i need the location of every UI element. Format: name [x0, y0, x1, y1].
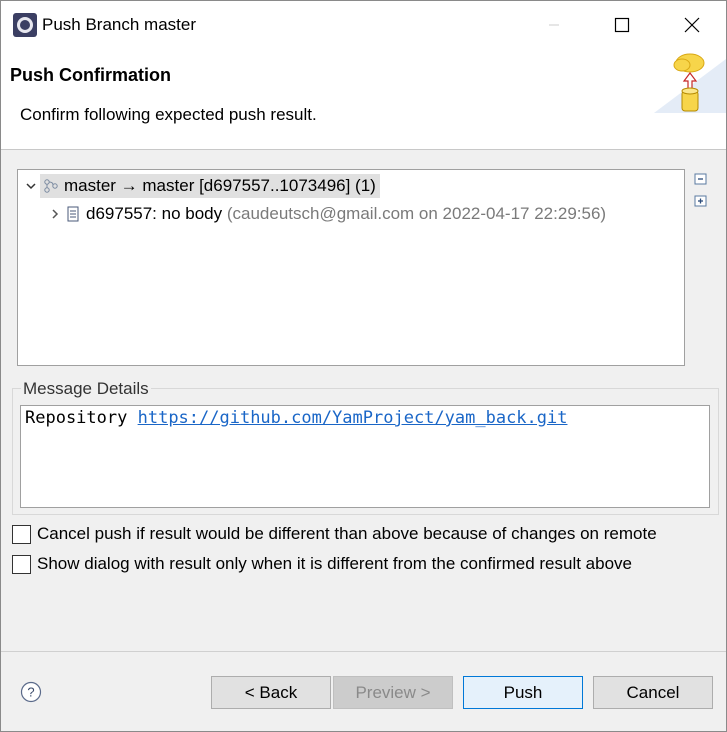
show-only-when-different-option[interactable]: Show dialog with result only when it is … [12, 554, 632, 574]
svg-text:?: ? [27, 685, 34, 700]
eclipse-icon [13, 13, 37, 37]
message-details-label: Message Details [21, 379, 151, 399]
close-button[interactable] [669, 1, 715, 49]
cancel-if-different-option[interactable]: Cancel push if result would be different… [12, 524, 657, 544]
commit-label: d697557: no body [86, 204, 223, 223]
expand-all-icon[interactable] [693, 193, 709, 209]
wizard-header: Push Confirmation Confirm following expe… [1, 49, 726, 150]
branch-icon [42, 177, 60, 195]
help-icon[interactable]: ? [20, 681, 42, 703]
collapse-all-icon[interactable] [693, 171, 709, 187]
commit-icon [64, 205, 82, 223]
cancel-if-different-checkbox[interactable] [12, 524, 31, 544]
title-bar: Push Branch master [1, 1, 726, 49]
preview-button[interactable]: Preview > [333, 676, 453, 709]
cancel-if-different-label: Cancel push if result would be different… [37, 524, 657, 543]
maximize-button[interactable] [599, 1, 645, 49]
push-result-tree[interactable]: master → master [d697557..1073496] (1) d… [17, 169, 685, 366]
cancel-button[interactable]: Cancel [593, 676, 713, 709]
push-branch-dialog: Push Branch master Push Confirmation Con… [0, 0, 727, 732]
button-bar-separator [1, 651, 726, 652]
chevron-down-icon[interactable] [22, 177, 40, 195]
tree-item-branch[interactable]: master → master [d697557..1073496] (1) [22, 173, 380, 199]
show-only-when-different-checkbox[interactable] [12, 554, 31, 574]
minimize-button[interactable] [531, 1, 577, 49]
chevron-right-icon[interactable] [46, 205, 64, 223]
tree-item-commit[interactable]: d697557: no body (caudeutsch@gmail.com o… [46, 201, 606, 227]
show-only-when-different-label: Show dialog with result only when it is … [37, 554, 632, 573]
cloud-push-icon [654, 49, 726, 113]
repository-link[interactable]: https://github.com/YamProject/yam_back.g… [138, 408, 568, 428]
push-button[interactable]: Push [463, 676, 583, 709]
commit-meta: (caudeutsch@gmail.com on 2022-04-17 22:2… [226, 204, 607, 223]
branch-label: master → master [d697557..1073496] (1) [64, 176, 376, 195]
page-title: Push Confirmation [10, 65, 171, 85]
message-details-text[interactable]: Repository https://github.com/YamProject… [20, 405, 710, 508]
window-title: Push Branch master [42, 15, 197, 34]
repository-prefix: Repository [25, 408, 128, 428]
page-description: Confirm following expected push result. [20, 105, 317, 124]
tree-toolbar [693, 171, 711, 215]
back-button[interactable]: < Back [211, 676, 331, 709]
